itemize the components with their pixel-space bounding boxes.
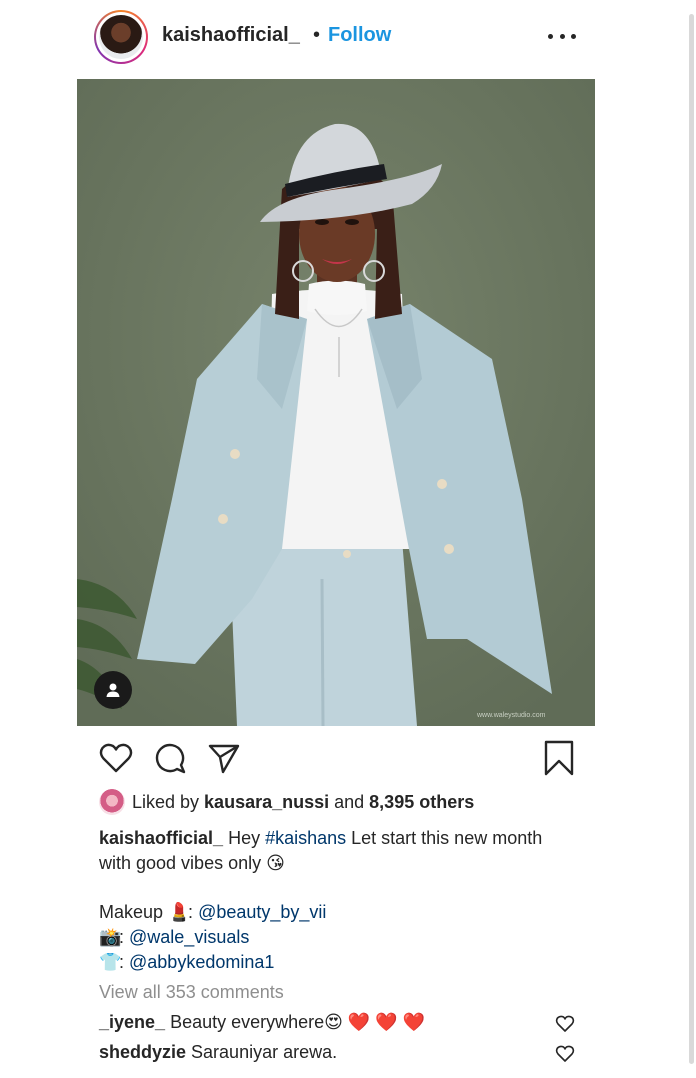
caption-credits: Makeup 💄: @beauty_by_vii 📸: @wale_visual… bbox=[99, 900, 326, 975]
liker-username[interactable]: kausara_nussi bbox=[204, 792, 329, 813]
send-arrow-icon[interactable] bbox=[204, 738, 244, 778]
heart-outline-icon[interactable] bbox=[96, 738, 136, 778]
credit-label: Makeup bbox=[99, 902, 169, 922]
more-options-icon[interactable] bbox=[548, 24, 576, 48]
credit-sep: : bbox=[119, 952, 130, 972]
likes-summary: Liked by kausara_nussi and 8,395 others bbox=[99, 788, 474, 816]
comment-bubble-icon[interactable] bbox=[150, 738, 190, 778]
post-caption: kaishaofficial_ Hey #kaishans Let start … bbox=[99, 826, 579, 876]
author-avatar[interactable] bbox=[94, 10, 148, 64]
credit-line-photo: 📸: @wale_visuals bbox=[99, 925, 326, 950]
credit-handle[interactable]: @beauty_by_vii bbox=[198, 902, 326, 922]
likes-connector: and bbox=[329, 791, 370, 812]
lipstick-icon: 💄 bbox=[168, 902, 191, 922]
user-tag-icon[interactable] bbox=[94, 671, 132, 709]
credit-line-outfit: 👕: @abbykedomina1 bbox=[99, 950, 326, 975]
comment-row: _iyene_ Beauty everywhere😍 ❤️ ❤️ ❤️ bbox=[99, 1012, 559, 1033]
likes-prefix: Liked by bbox=[132, 791, 205, 812]
post-photo[interactable]: www.waleystudio.com bbox=[77, 79, 595, 726]
shirt-icon: 👕 bbox=[99, 952, 122, 972]
credit-line-makeup: Makeup 💄: @beauty_by_vii bbox=[99, 900, 326, 925]
caption-author[interactable]: kaishaofficial_ bbox=[99, 828, 223, 848]
comment-like-heart-icon[interactable] bbox=[555, 1044, 575, 1064]
liker-avatar[interactable] bbox=[99, 789, 125, 815]
comment-like-heart-icon[interactable] bbox=[555, 1014, 575, 1034]
follow-button[interactable]: Follow bbox=[328, 24, 391, 47]
separator-dot: • bbox=[313, 24, 321, 46]
comment-username[interactable]: sheddyzie bbox=[99, 1042, 186, 1062]
credit-sep: : bbox=[188, 902, 199, 922]
comment-username[interactable]: _iyene_ bbox=[99, 1012, 165, 1032]
comment-text: Sarauniyar arewa. bbox=[186, 1042, 338, 1062]
comment-row: sheddyzie Sarauniyar arewa. bbox=[99, 1042, 559, 1063]
camera-flash-icon: 📸 bbox=[99, 927, 122, 947]
author-username[interactable]: kaishaofficial_ bbox=[162, 24, 300, 47]
likes-count[interactable]: 8,395 others bbox=[369, 792, 474, 813]
credit-handle[interactable]: @abbykedomina1 bbox=[129, 952, 274, 972]
view-all-comments-link[interactable]: View all 353 comments bbox=[99, 982, 284, 1003]
comment-text: Beauty everywhere😍 ❤️ ❤️ ❤️ bbox=[165, 1012, 426, 1032]
caption-text-before: Hey bbox=[223, 828, 266, 848]
caption-hashtag[interactable]: #kaishans bbox=[265, 828, 346, 848]
credit-handle[interactable]: @wale_visuals bbox=[129, 927, 249, 947]
bookmark-outline-icon[interactable] bbox=[539, 738, 579, 778]
credit-sep: : bbox=[119, 927, 130, 947]
photo-watermark: www.waleystudio.com bbox=[476, 712, 546, 719]
post-header: kaishaofficial_ • Follow bbox=[0, 0, 690, 78]
action-bar bbox=[0, 738, 690, 782]
scrollbar[interactable] bbox=[689, 14, 694, 1064]
photo-illustration: www.waleystudio.com bbox=[77, 79, 595, 726]
